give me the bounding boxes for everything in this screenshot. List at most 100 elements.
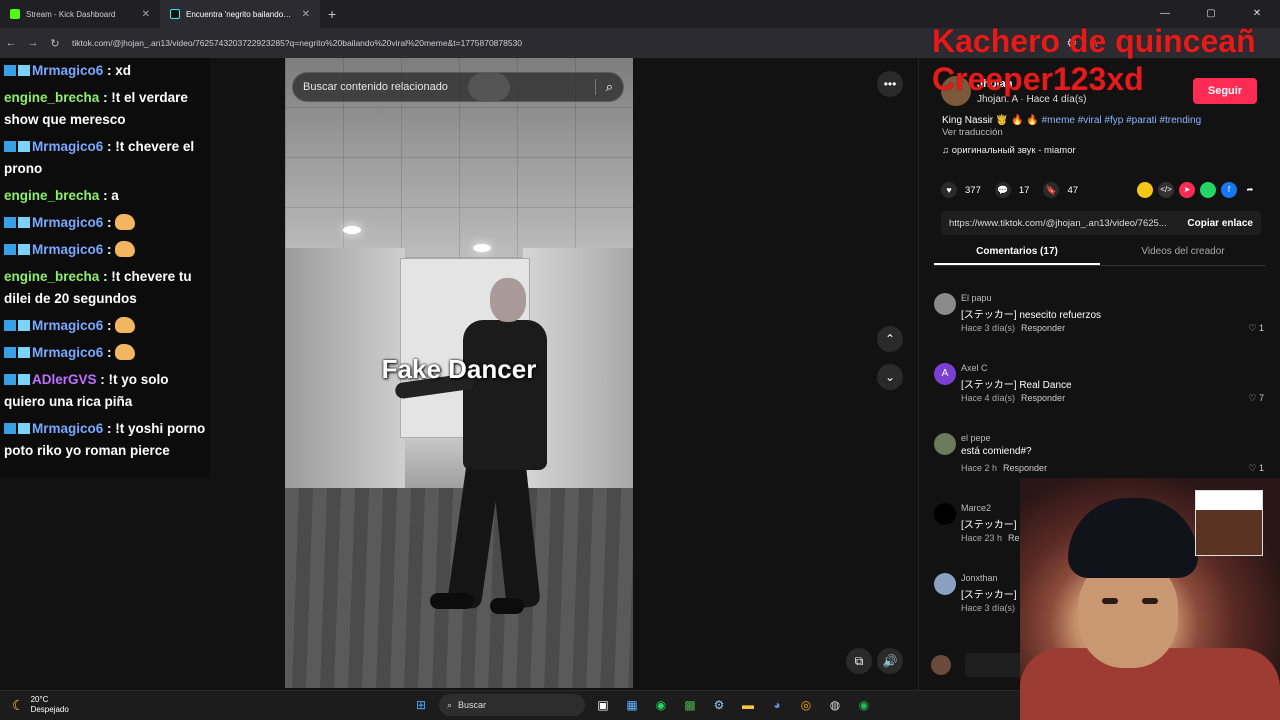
close-tab-icon[interactable]: ✕ — [302, 9, 310, 20]
tab-creator-videos[interactable]: Videos del creador — [1100, 246, 1266, 265]
commenter-name[interactable]: Marce2 — [961, 503, 991, 513]
new-tab-button[interactable]: + — [328, 6, 336, 22]
whatsapp-icon[interactable] — [1200, 182, 1216, 198]
share-arrow-icon[interactable]: ➦ — [1242, 182, 1258, 198]
sound-link[interactable]: ♫ оригинальный звук - miamor — [942, 145, 1076, 156]
share-link-box: https://www.tiktok.com/@jhojan_.an13/vid… — [941, 211, 1261, 235]
like-count: 377 — [965, 184, 981, 196]
chat-username[interactable]: Mrmagico6 — [32, 63, 103, 78]
chat-username[interactable]: ADlerGVS — [32, 372, 97, 387]
tab-tiktok[interactable]: Encuentra 'negrito bailando… ✕ — [160, 0, 320, 28]
search-icon[interactable]: ⌕ — [606, 79, 613, 95]
chrome-icon[interactable]: ◎ — [795, 694, 817, 716]
windows-start-icon[interactable]: ⊞ — [410, 694, 432, 716]
chat-username[interactable]: Mrmagico6 — [32, 139, 103, 154]
related-search-bar[interactable]: Buscar contenido relacionado ⌕ — [292, 72, 624, 102]
chat-username[interactable]: engine_brecha — [4, 269, 99, 284]
bookmark-icon[interactable]: 🔖 — [1043, 182, 1060, 198]
chat-message: Mrmagico6 : — [4, 212, 206, 234]
taskbar-search[interactable]: ⌕ Buscar — [439, 694, 585, 716]
comment-icon[interactable]: 💬 — [994, 182, 1011, 198]
tab-kick-dashboard[interactable]: Stream - Kick Dashboard ✕ — [0, 0, 160, 28]
forward-icon[interactable]: → — [22, 37, 44, 49]
obs-icon[interactable]: ◍ — [824, 694, 846, 716]
discord-icon[interactable]: ◕ — [766, 694, 788, 716]
comment-text: [ステッカー] Real Dance — [961, 380, 1072, 391]
commenter-name[interactable]: El papu — [961, 293, 992, 303]
facebook-icon[interactable]: f — [1221, 182, 1237, 198]
commenter-avatar[interactable] — [934, 573, 956, 595]
commenter-name[interactable]: Jonxthan — [961, 573, 998, 583]
video-wall-left — [285, 248, 405, 528]
reply-button[interactable]: Responder — [1021, 393, 1065, 403]
tiktok-icon — [170, 9, 180, 19]
comment-meta: Hace 23 h Re — [961, 533, 1020, 543]
whatsapp-icon[interactable]: ◉ — [650, 694, 672, 716]
chat-username[interactable]: Mrmagico6 — [32, 215, 103, 230]
chat-text: : — [107, 242, 112, 257]
back-icon[interactable]: ← — [0, 37, 22, 49]
reply-button[interactable]: Re — [1008, 533, 1020, 543]
tab-comments[interactable]: Comentarios (17) — [934, 246, 1100, 265]
chat-username[interactable]: engine_brecha — [4, 90, 99, 105]
spotify-icon[interactable]: ◉ — [853, 694, 875, 716]
minecraft-icon[interactable]: ▩ — [679, 694, 701, 716]
copy-link-button[interactable]: Copiar enlace — [1187, 218, 1253, 229]
heart-icon[interactable]: ♥ — [941, 182, 957, 198]
chat-message: Mrmagico6 : xd — [4, 60, 206, 82]
task-view-icon[interactable]: ▣ — [592, 694, 614, 716]
search-icon: ⌕ — [447, 699, 453, 710]
chat-username[interactable]: Mrmagico6 — [32, 345, 103, 360]
repost-icon[interactable] — [1137, 182, 1153, 198]
reply-button[interactable]: Responder — [1021, 323, 1065, 333]
cam-eye — [1142, 598, 1158, 604]
comment-like[interactable]: ♡ 7 — [1248, 393, 1264, 404]
previous-video-button[interactable]: ⌃ — [877, 326, 903, 352]
more-options-icon[interactable]: ••• — [877, 71, 903, 97]
commenter-name[interactable]: Axel C — [961, 363, 988, 373]
chat-text: : — [107, 345, 112, 360]
url-field[interactable]: tiktok.com/@jhojan_.an13/video/762574320… — [72, 38, 522, 48]
reply-button[interactable]: Responder — [1003, 463, 1047, 473]
commenter-avatar[interactable]: A — [934, 363, 956, 385]
reload-icon[interactable]: ↻ — [44, 37, 66, 50]
cam-eye — [1102, 598, 1118, 604]
chat-username[interactable]: engine_brecha — [4, 188, 99, 203]
file-explorer-icon[interactable]: ▬ — [737, 694, 759, 716]
chat-message: Mrmagico6 : — [4, 342, 206, 364]
chat-badge-icon — [4, 217, 16, 228]
close-tab-icon[interactable]: ✕ — [142, 9, 150, 20]
comment-time: Hace 23 h — [961, 533, 1003, 543]
commenter-avatar[interactable] — [934, 503, 956, 525]
chat-message: ADlerGVS : !t yo solo quiero una rica pi… — [4, 369, 206, 413]
chat-username[interactable]: Mrmagico6 — [32, 242, 103, 257]
chat-username[interactable]: Mrmagico6 — [32, 318, 103, 333]
volume-icon[interactable]: 🔊 — [877, 648, 903, 674]
webcam-inset-image — [1195, 490, 1263, 556]
next-video-button[interactable]: ⌄ — [877, 364, 903, 390]
comment-like[interactable]: ♡ 1 — [1248, 463, 1264, 474]
picture-in-picture-icon[interactable]: ⧉ — [846, 648, 872, 674]
commenter-avatar[interactable] — [934, 433, 956, 455]
send-icon[interactable]: ➤ — [1179, 182, 1195, 198]
translate-link[interactable]: Ver traducción — [942, 127, 1003, 138]
weather-widget[interactable]: ☾ 20°C Despejado — [12, 695, 69, 715]
video-player[interactable]: Fake Dancer — [285, 58, 633, 688]
embed-icon[interactable]: </> — [1158, 182, 1174, 198]
steam-icon[interactable]: ⚙ — [708, 694, 730, 716]
commenter-name[interactable]: el pepe — [961, 433, 991, 443]
comment-like[interactable]: ♡ 1 — [1248, 323, 1264, 334]
chat-badge-icon — [18, 374, 30, 385]
stream-chat-overlay: Mrmagico6 : xd engine_brecha : !t el verd… — [0, 58, 210, 478]
chat-username[interactable]: Mrmagico6 — [32, 421, 103, 436]
hashtags[interactable]: #meme #viral #fyp #parati #trending — [1042, 115, 1202, 126]
share-link[interactable]: https://www.tiktok.com/@jhojan_.an13/vid… — [949, 218, 1179, 229]
calculator-icon[interactable]: ▦ — [621, 694, 643, 716]
comment-text: [ステッカー] — [961, 520, 1017, 531]
commenter-avatar[interactable] — [934, 293, 956, 315]
comment-like-count: 7 — [1258, 393, 1264, 403]
chat-badge-icon — [4, 244, 16, 255]
chat-badge-icon — [18, 141, 30, 152]
dancer-body — [463, 320, 547, 470]
chat-badge-icon — [4, 374, 16, 385]
